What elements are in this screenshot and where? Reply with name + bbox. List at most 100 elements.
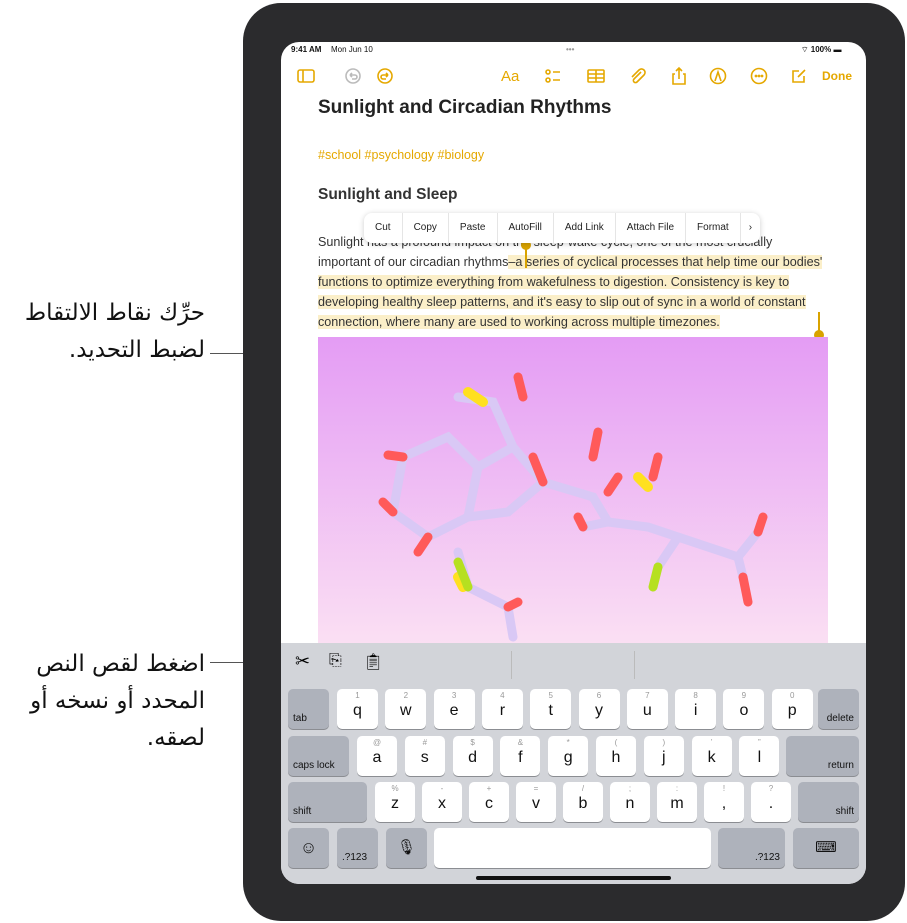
key-g[interactable]: * g bbox=[548, 736, 589, 776]
key-v[interactable]: = v bbox=[516, 782, 556, 822]
key-primary: j bbox=[662, 749, 666, 766]
checklist-icon[interactable] bbox=[543, 66, 563, 89]
key-z[interactable]: % z bbox=[375, 782, 415, 822]
key-secondary: ; bbox=[628, 784, 632, 793]
table-icon[interactable] bbox=[586, 66, 606, 89]
key-secondary: 6 bbox=[596, 691, 602, 700]
key-primary: v bbox=[532, 795, 540, 812]
key-n[interactable]: ; n bbox=[610, 782, 650, 822]
key-primary: k bbox=[707, 749, 716, 766]
molecule-image[interactable] bbox=[318, 337, 828, 647]
done-button[interactable]: Done bbox=[822, 69, 852, 83]
compose-icon[interactable] bbox=[789, 66, 809, 89]
key-l[interactable]: ” l bbox=[739, 736, 780, 776]
caps-lock-key[interactable]: caps lock bbox=[288, 736, 349, 776]
callout-selection-handles: حرِّك نقاط الالتقاط لضبط التحديد. bbox=[24, 300, 205, 363]
format-button[interactable]: Aa bbox=[501, 68, 519, 85]
more-icon[interactable] bbox=[749, 66, 769, 89]
key-primary: s bbox=[420, 749, 429, 766]
menu-add-link[interactable]: Add Link bbox=[554, 213, 616, 243]
key-secondary: # bbox=[422, 738, 428, 747]
key-secondary: * bbox=[566, 738, 570, 747]
key-s[interactable]: # s bbox=[404, 736, 445, 776]
menu-more[interactable]: › bbox=[741, 213, 760, 243]
callout-cut-copy-paste: اضغط لقص النص المحدد أو نسخه أو لصقه. bbox=[30, 651, 205, 751]
numbers-key-right[interactable]: .?123 bbox=[718, 828, 785, 868]
key-secondary: 1 bbox=[355, 691, 360, 700]
key-c[interactable]: + c bbox=[469, 782, 509, 822]
emoji-key[interactable]: ☺ bbox=[288, 828, 329, 868]
undo-icon[interactable] bbox=[343, 66, 363, 89]
shift-right-key[interactable]: shift bbox=[798, 782, 859, 822]
key-primary: . bbox=[768, 795, 774, 812]
key-i[interactable]: 8i bbox=[675, 689, 717, 729]
menu-autofill[interactable]: AutoFill bbox=[498, 213, 554, 243]
key-primary: y bbox=[595, 702, 603, 719]
markup-icon[interactable] bbox=[708, 66, 728, 89]
key-x[interactable]: -x bbox=[422, 782, 462, 822]
key-o[interactable]: 9o bbox=[723, 689, 765, 729]
screen: 9:41 AM Mon Jun 10 ••• ⌔ 100% ▬ Aa Done … bbox=[281, 42, 866, 884]
key-j[interactable]: ) j bbox=[643, 736, 684, 776]
delete-key[interactable]: delete bbox=[818, 689, 859, 729]
key-secondary: 8 bbox=[693, 691, 698, 700]
key-label: .?123 bbox=[342, 852, 368, 863]
paste-shortcut-icon[interactable]: 📋︎ bbox=[363, 652, 383, 672]
key-d[interactable]: $ d bbox=[452, 736, 493, 776]
copy-shortcut-icon[interactable]: ⎘ bbox=[329, 652, 342, 670]
key-y[interactable]: 6y bbox=[578, 689, 620, 729]
menu-paste[interactable]: Paste bbox=[449, 213, 498, 243]
key-secondary: ) bbox=[662, 738, 666, 747]
key-e[interactable]: 3e bbox=[433, 689, 475, 729]
cut-shortcut-icon[interactable]: ✂ bbox=[295, 651, 310, 672]
return-key[interactable]: return bbox=[786, 736, 859, 776]
sidebar-icon[interactable] bbox=[296, 66, 316, 89]
key-primary: x bbox=[438, 795, 446, 812]
keyboard: ✂ ⎘ 📋︎ tab 1 q 2 w 3 e 4 r 5 t 6 y 7 u 8 i 9 o 0 p delete caps… bbox=[281, 643, 866, 884]
key-primary: d bbox=[468, 749, 478, 766]
menu-attach-file[interactable]: Attach File bbox=[616, 213, 687, 243]
shift-left-key[interactable]: shift bbox=[288, 782, 367, 822]
dismiss-keyboard-key[interactable]: ⌨ bbox=[793, 828, 859, 868]
space-key[interactable] bbox=[434, 828, 711, 868]
share-icon[interactable] bbox=[669, 66, 689, 89]
selection-start-handle[interactable] bbox=[521, 240, 531, 268]
selection-end-handle[interactable] bbox=[814, 312, 824, 340]
note-body[interactable]: Sunlight has a profound impact on the sl… bbox=[318, 232, 828, 332]
dictation-key[interactable]: 🎙︎ bbox=[386, 828, 427, 868]
key-u[interactable]: 7u bbox=[626, 689, 668, 729]
key-k[interactable]: ’ k bbox=[691, 736, 732, 776]
menu-format[interactable]: Format bbox=[686, 213, 741, 243]
key-r[interactable]: 4r bbox=[481, 689, 523, 729]
key-label: .?123 bbox=[754, 852, 780, 863]
note-tags[interactable]: #school #psychology #biology bbox=[318, 148, 484, 162]
status-time: 9:41 AM bbox=[291, 45, 322, 54]
attachment-icon[interactable] bbox=[627, 66, 647, 89]
key-p[interactable]: 0p bbox=[771, 689, 813, 729]
key-w[interactable]: 2w bbox=[385, 689, 427, 729]
key-primary: a bbox=[372, 749, 382, 766]
menu-cut[interactable]: Cut bbox=[364, 213, 403, 243]
key-primary: m bbox=[670, 795, 684, 812]
key-.[interactable]: ?. bbox=[751, 782, 791, 822]
key-m[interactable]: :m bbox=[657, 782, 697, 822]
key-f[interactable]: & f bbox=[500, 736, 541, 776]
key-secondary: : bbox=[675, 784, 679, 793]
key-primary: p bbox=[787, 702, 797, 719]
key-q[interactable]: 1q bbox=[337, 689, 378, 729]
key-b[interactable]: / b bbox=[563, 782, 603, 822]
key-secondary: ( bbox=[614, 738, 618, 747]
numbers-key[interactable]: .?123 bbox=[337, 828, 378, 868]
key-primary: g bbox=[563, 749, 573, 766]
home-indicator bbox=[476, 876, 671, 880]
key-t[interactable]: 5t bbox=[530, 689, 572, 729]
key-secondary: $ bbox=[470, 738, 475, 747]
multitask-dots-icon[interactable]: ••• bbox=[566, 45, 574, 54]
key-a[interactable]: @ a bbox=[357, 736, 397, 776]
key-,[interactable]: !, bbox=[704, 782, 744, 822]
key-h[interactable]: (h bbox=[596, 736, 636, 776]
tab-key[interactable]: tab bbox=[288, 689, 329, 729]
key-secondary: ’ bbox=[710, 738, 713, 747]
menu-copy[interactable]: Copy bbox=[403, 213, 449, 243]
redo-icon[interactable] bbox=[375, 66, 395, 89]
